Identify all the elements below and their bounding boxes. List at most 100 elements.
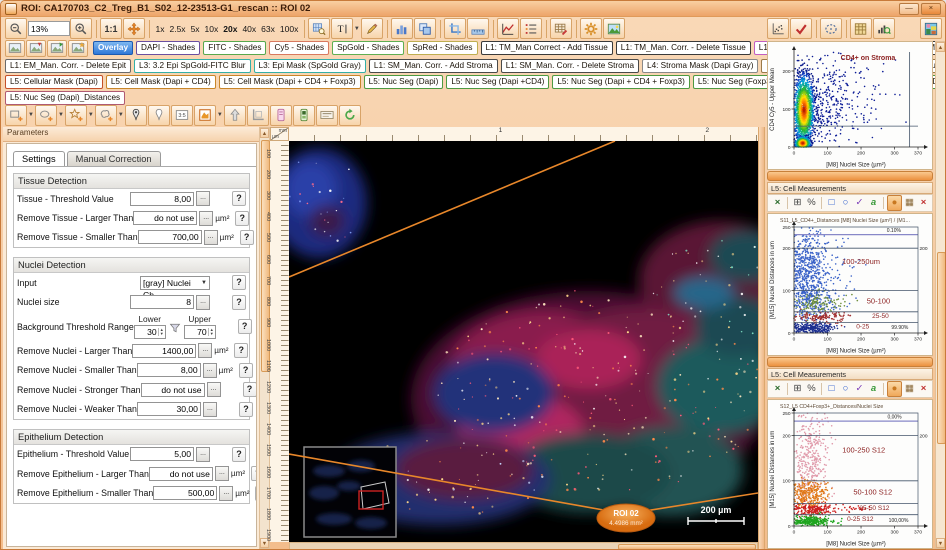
magnification-1x[interactable]: 1x bbox=[156, 24, 165, 34]
annotate-icon[interactable]: a bbox=[867, 382, 880, 396]
zoom-in-button[interactable] bbox=[70, 18, 92, 39]
edit-pencil-button[interactable] bbox=[361, 18, 383, 39]
percent-display-icon[interactable]: % bbox=[805, 196, 818, 210]
channel-tab-7[interactable]: L1: TM_Man. Corr. - Delete Tissue bbox=[616, 41, 751, 55]
browse-button[interactable]: ... bbox=[196, 295, 210, 310]
browse-button[interactable]: ... bbox=[196, 191, 210, 206]
scalebar-settings-button[interactable] bbox=[316, 105, 338, 126]
help-button[interactable]: ? bbox=[239, 363, 253, 378]
magnification-40x[interactable]: 40x bbox=[242, 24, 256, 34]
zoom-level-input[interactable] bbox=[28, 21, 70, 36]
seg-tab-3[interactable]: L5: Nuc Seg (Dapi) bbox=[364, 75, 444, 89]
range-upper-spinner[interactable]: 70▲▼ bbox=[184, 325, 216, 339]
scatter-matrix-button[interactable] bbox=[767, 18, 789, 39]
measure-ruler-button[interactable] bbox=[467, 18, 489, 39]
minimize-button[interactable]: — bbox=[899, 3, 919, 15]
image-viewport[interactable]: ROI 02 4.4986 mm² 200 µm bbox=[289, 141, 758, 542]
roi-badge[interactable]: ROI 02 4.4986 mm² bbox=[597, 504, 655, 532]
copy-stamp-button[interactable] bbox=[414, 18, 436, 39]
stats-zoom-button[interactable] bbox=[873, 18, 895, 39]
close-panel-icon[interactable]: × bbox=[917, 382, 930, 396]
param-select[interactable]: [gray] Nuclei Ch▼ bbox=[140, 276, 210, 290]
ellipse-roi-button[interactable] bbox=[35, 105, 57, 126]
layer-tab-2[interactable]: L3: Epi Mask (SpGold Gray) bbox=[254, 59, 366, 73]
freehand-roi-button[interactable] bbox=[95, 105, 117, 126]
param-input[interactable]: 5,00 bbox=[130, 447, 194, 461]
snapshot-button[interactable] bbox=[920, 18, 942, 39]
parameters-tab-1[interactable]: Manual Correction bbox=[67, 151, 161, 166]
param-input[interactable]: 8,00 bbox=[137, 363, 201, 377]
table-view-icon[interactable]: ▦ bbox=[903, 196, 916, 210]
layer-tab-0[interactable]: L1: EM_Man. Corr. - Delete Epit bbox=[5, 59, 131, 73]
channel-tab-3[interactable]: Cy5 - Shades bbox=[269, 41, 329, 55]
freehand-roi-caret[interactable]: ▼ bbox=[118, 112, 124, 118]
help-button[interactable]: ? bbox=[232, 191, 246, 206]
browse-button[interactable]: ... bbox=[203, 363, 217, 378]
help-button[interactable]: ? bbox=[243, 382, 257, 397]
param-input[interactable]: 500,00 bbox=[153, 486, 217, 500]
channel-tab-6[interactable]: L1: TM_Man Correct - Add Tissue bbox=[481, 41, 613, 55]
scroll-up-arrow[interactable]: ▲ bbox=[260, 128, 269, 138]
ellipse-gate-icon[interactable]: ○ bbox=[839, 196, 852, 210]
seg-tab-5[interactable]: L5: Nuc Seg (Dapi + CD4 + Foxp3) bbox=[552, 75, 689, 89]
image-adjust-2-button[interactable] bbox=[26, 40, 46, 57]
parameters-tab-0[interactable]: Settings bbox=[13, 151, 65, 166]
seg-tab-4[interactable]: L5: Nuc Seg (Dapi +CD4) bbox=[446, 75, 549, 89]
browse-button[interactable]: ... bbox=[204, 230, 218, 245]
grid-3x5-button[interactable]: 3:5 bbox=[171, 105, 193, 126]
rect-gate-icon[interactable]: □ bbox=[825, 196, 838, 210]
star-roi-caret[interactable]: ▼ bbox=[88, 112, 94, 118]
ellipse-roi-caret[interactable]: ▼ bbox=[58, 112, 64, 118]
browse-button[interactable]: ... bbox=[198, 343, 212, 358]
image-adjust-3-button[interactable] bbox=[47, 40, 67, 57]
image-adjust-4-button[interactable] bbox=[68, 40, 88, 57]
one-to-one-button[interactable]: 1:1 bbox=[100, 18, 122, 39]
help-button[interactable]: ? bbox=[232, 295, 246, 310]
dashed-ellipse-button[interactable] bbox=[820, 18, 842, 39]
close-button[interactable]: × bbox=[921, 3, 941, 15]
help-button[interactable]: ? bbox=[235, 211, 249, 226]
seg-tab-2[interactable]: L5: Cell Mask (Dapi + CD4 + Foxp3) bbox=[219, 75, 361, 89]
channel-tab-1[interactable]: DAPI - Shades bbox=[136, 41, 200, 55]
gate-range-icon[interactable]: ⊞ bbox=[791, 196, 804, 210]
magnification-63x[interactable]: 63x bbox=[261, 24, 275, 34]
region-fill-caret[interactable]: ▼ bbox=[217, 112, 223, 118]
channel-tab-2[interactable]: FITC - Shades bbox=[203, 41, 266, 55]
browse-button[interactable]: ... bbox=[207, 382, 221, 397]
param-input[interactable]: 700,00 bbox=[138, 230, 202, 244]
layer-tab-3[interactable]: L1: SM_Man. Corr. - Add Stroma bbox=[369, 59, 498, 73]
region-fill-button[interactable] bbox=[194, 105, 216, 126]
param-input[interactable]: 8 bbox=[130, 295, 194, 309]
help-button[interactable]: ? bbox=[232, 447, 246, 462]
param-input[interactable]: do not use bbox=[133, 211, 197, 225]
seg-tab-1[interactable]: L5: Cell Mask (Dapi + CD4) bbox=[106, 75, 216, 89]
magnification-20x[interactable]: 20x bbox=[223, 24, 237, 34]
table-view-icon[interactable]: ▦ bbox=[903, 382, 916, 396]
param-input[interactable]: do not use bbox=[149, 467, 213, 481]
help-button[interactable]: ? bbox=[251, 466, 257, 481]
image-view-button[interactable] bbox=[603, 18, 625, 39]
param-input[interactable]: 30,00 bbox=[137, 402, 201, 416]
ellipse-gate-icon[interactable]: ○ bbox=[839, 382, 852, 396]
browse-button[interactable]: ... bbox=[199, 211, 213, 226]
check-gate-icon[interactable]: ✓ bbox=[853, 196, 866, 210]
help-button[interactable]: ? bbox=[255, 486, 257, 501]
rscroll-down-arrow[interactable]: ▼ bbox=[936, 538, 945, 548]
image-horizontal-scrollbar[interactable] bbox=[289, 542, 758, 550]
move-up-button[interactable] bbox=[224, 105, 246, 126]
panel-splitter-bar-2[interactable] bbox=[767, 357, 933, 367]
marker-pink-button[interactable] bbox=[270, 105, 292, 126]
split-view-icon[interactable]: × bbox=[771, 196, 784, 210]
magnification-2.5x[interactable]: 2.5x bbox=[169, 24, 185, 34]
rect-gate-icon[interactable]: □ bbox=[825, 382, 838, 396]
param-input[interactable]: 8,00 bbox=[130, 192, 194, 206]
right-panel-scrollbar[interactable]: ▲ ▼ bbox=[935, 41, 946, 549]
result-list-button[interactable] bbox=[520, 18, 542, 39]
range-lower-spinner[interactable]: 30▲▼ bbox=[134, 325, 166, 339]
seg-tab-0[interactable]: L5: Cellular Mask (Dapi) bbox=[5, 75, 103, 89]
check-gate-icon[interactable]: ✓ bbox=[853, 382, 866, 396]
magnification-10x[interactable]: 10x bbox=[205, 24, 219, 34]
validate-check-button[interactable] bbox=[790, 18, 812, 39]
panel-splitter[interactable] bbox=[758, 127, 765, 550]
layer-tab-4[interactable]: L1: SM_Man. Corr. - Delete Stroma bbox=[501, 59, 639, 73]
